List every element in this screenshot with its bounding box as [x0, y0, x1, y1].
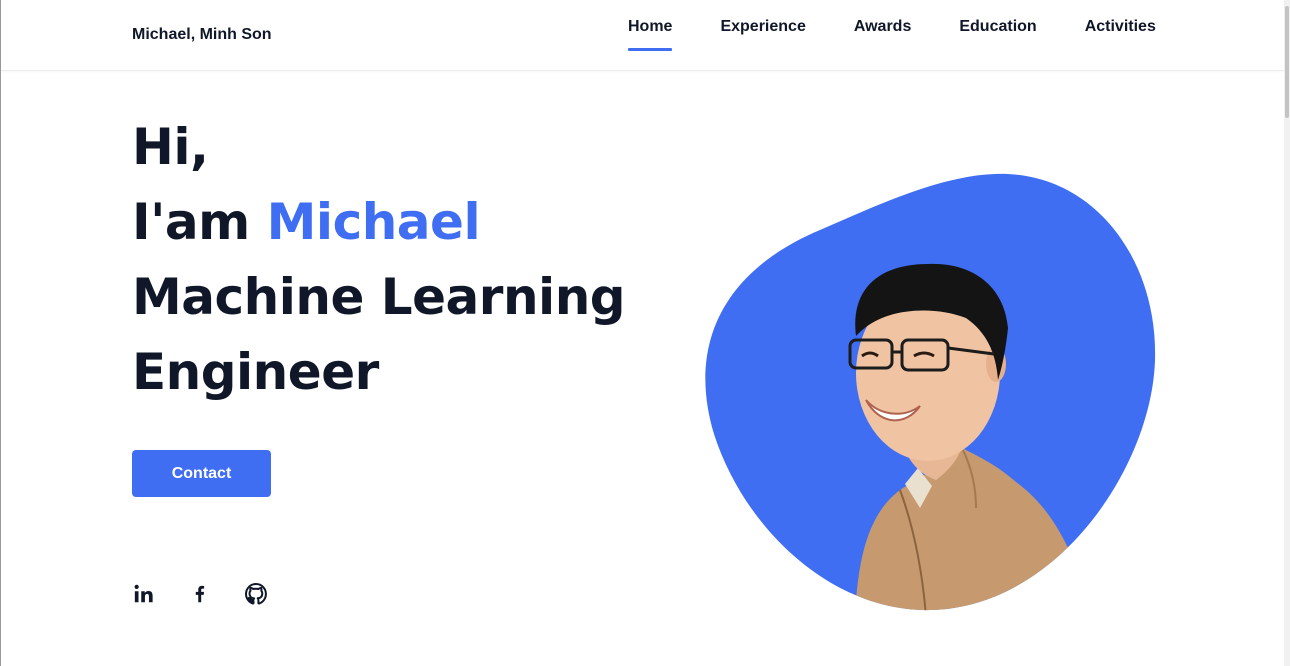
hero-role-line1: Machine Learning: [132, 268, 626, 326]
nav-awards[interactable]: Awards: [854, 18, 912, 51]
social-links: [132, 582, 268, 606]
hero-intro-prefix: I'am: [132, 193, 267, 251]
brand-name[interactable]: Michael, Minh Son: [132, 26, 272, 44]
nav-education[interactable]: Education: [959, 18, 1036, 51]
linkedin-icon[interactable]: [132, 582, 156, 606]
hero-heading: Hi, I'am Michael Machine Learning Engine…: [132, 110, 626, 410]
contact-button[interactable]: Contact: [132, 450, 271, 497]
github-icon[interactable]: [244, 582, 268, 606]
nav-home[interactable]: Home: [628, 18, 673, 51]
nav-experience[interactable]: Experience: [720, 18, 805, 51]
window-edge: [0, 0, 1, 666]
hero-greeting: Hi,: [132, 118, 209, 176]
scrollbar-thumb[interactable]: [1285, 6, 1289, 118]
scrollbar[interactable]: [1284, 0, 1290, 666]
hero-role-line2: Engineer: [132, 343, 379, 401]
hero-intro: I'am Michael: [132, 185, 625, 260]
profile-photo-area: [700, 168, 1162, 616]
hero-name: Michael: [266, 193, 481, 251]
nav-activities[interactable]: Activities: [1085, 18, 1156, 51]
main-nav: Home Experience Awards Education Activit…: [628, 18, 1156, 51]
site-header: Michael, Minh Son Home Experience Awards…: [1, 0, 1284, 71]
facebook-icon[interactable]: [188, 582, 212, 606]
